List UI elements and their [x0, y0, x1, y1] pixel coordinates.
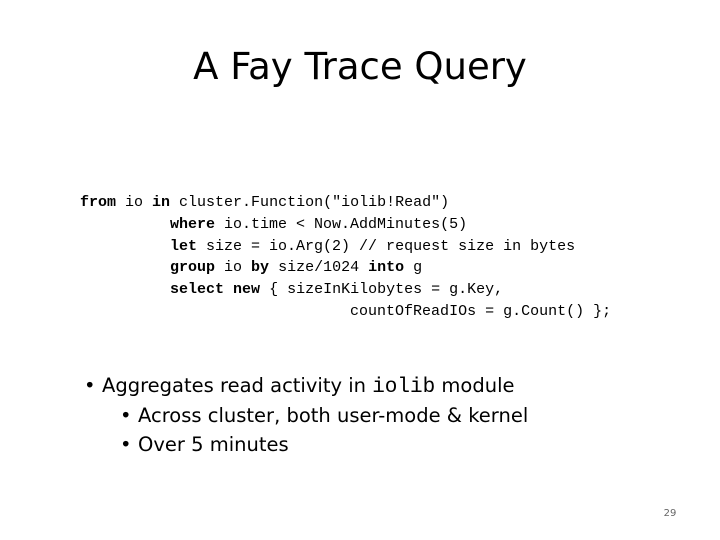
code-line: select new { sizeInKilobytes = g.Key, — [80, 279, 611, 301]
bullet-item-sub: • Over 5 minutes — [120, 433, 528, 462]
code-text: io — [116, 194, 153, 211]
bullet-item-sub: • Across cluster, both user-mode & kerne… — [120, 404, 528, 433]
code-text: { sizeInKilobytes = g.Key, — [260, 281, 504, 299]
code-keyword: by — [251, 259, 270, 277]
code-text: countOfReadIOs = g.Count() }; — [350, 302, 612, 320]
bullet-code-iolib: iolib — [372, 376, 436, 399]
bullet-list: • Aggregates read activity in iolib modu… — [84, 374, 528, 462]
bullet-text: Over 5 minutes — [138, 433, 289, 456]
code-line: group io by size/1024 into g — [80, 257, 611, 279]
bullet-text-before: Aggregates read activity in — [102, 374, 373, 397]
bullet-icon: • — [84, 374, 96, 397]
code-text: g — [404, 259, 423, 277]
bullet-icon: • — [120, 433, 132, 456]
code-text: size/1024 — [269, 259, 369, 277]
code-text: size = io.Arg(2) // request size in byte… — [197, 237, 576, 255]
code-line: let size = io.Arg(2) // request size in … — [80, 236, 611, 258]
code-keyword: group — [170, 259, 216, 277]
bullet-item-main: • Aggregates read activity in iolib modu… — [84, 374, 528, 404]
slide-title: A Fay Trace Query — [193, 45, 527, 88]
page-number: 29 — [663, 508, 677, 519]
code-line: where io.time < Now.AddMinutes(5) — [80, 214, 611, 236]
code-keyword: let — [170, 237, 198, 255]
code-text: io — [215, 259, 252, 277]
bullet-text: Across cluster, both user-mode & kernel — [138, 404, 529, 427]
bullet-text-after: module — [435, 374, 515, 397]
code-keyword: from — [80, 194, 117, 211]
code-keyword: where — [170, 215, 216, 233]
bullet-icon: • — [120, 404, 132, 427]
code-text: cluster.Function("iolib!Read") — [170, 194, 450, 211]
code-line: countOfReadIOs = g.Count() }; — [80, 301, 611, 323]
code-block: from io in cluster.Function("iolib!Read"… — [80, 192, 611, 323]
code-keyword: in — [152, 194, 171, 211]
code-text: io.time < Now.AddMinutes(5) — [215, 215, 468, 233]
code-keyword: new — [233, 281, 261, 299]
code-keyword: select — [170, 281, 225, 299]
code-keyword: into — [368, 259, 405, 277]
code-line: from io in cluster.Function("iolib!Read"… — [80, 192, 611, 214]
